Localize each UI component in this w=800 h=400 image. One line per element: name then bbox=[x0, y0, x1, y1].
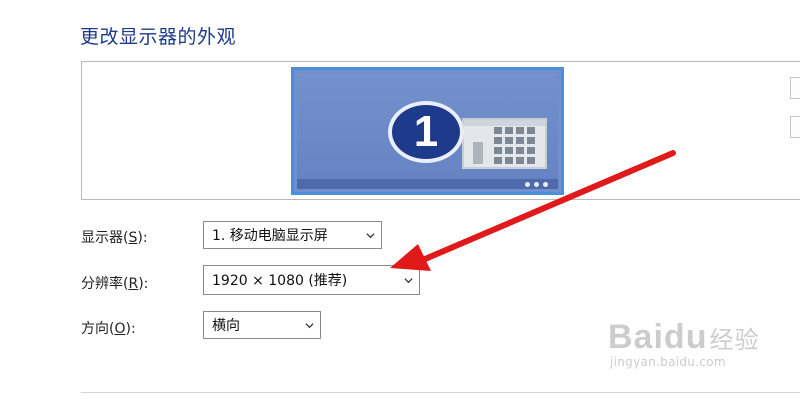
watermark-url: jingyan.baidu.com bbox=[610, 355, 726, 369]
baidu-watermark: Baidu经验 jingyan.baidu.com bbox=[608, 318, 759, 369]
watermark-logo: Baidu经验 bbox=[608, 318, 760, 356]
display-settings-page: 更改显示器的外观 1 显示器(S): 1. 移动电脑显示屏 分辨率(R): 19… bbox=[0, 0, 800, 400]
